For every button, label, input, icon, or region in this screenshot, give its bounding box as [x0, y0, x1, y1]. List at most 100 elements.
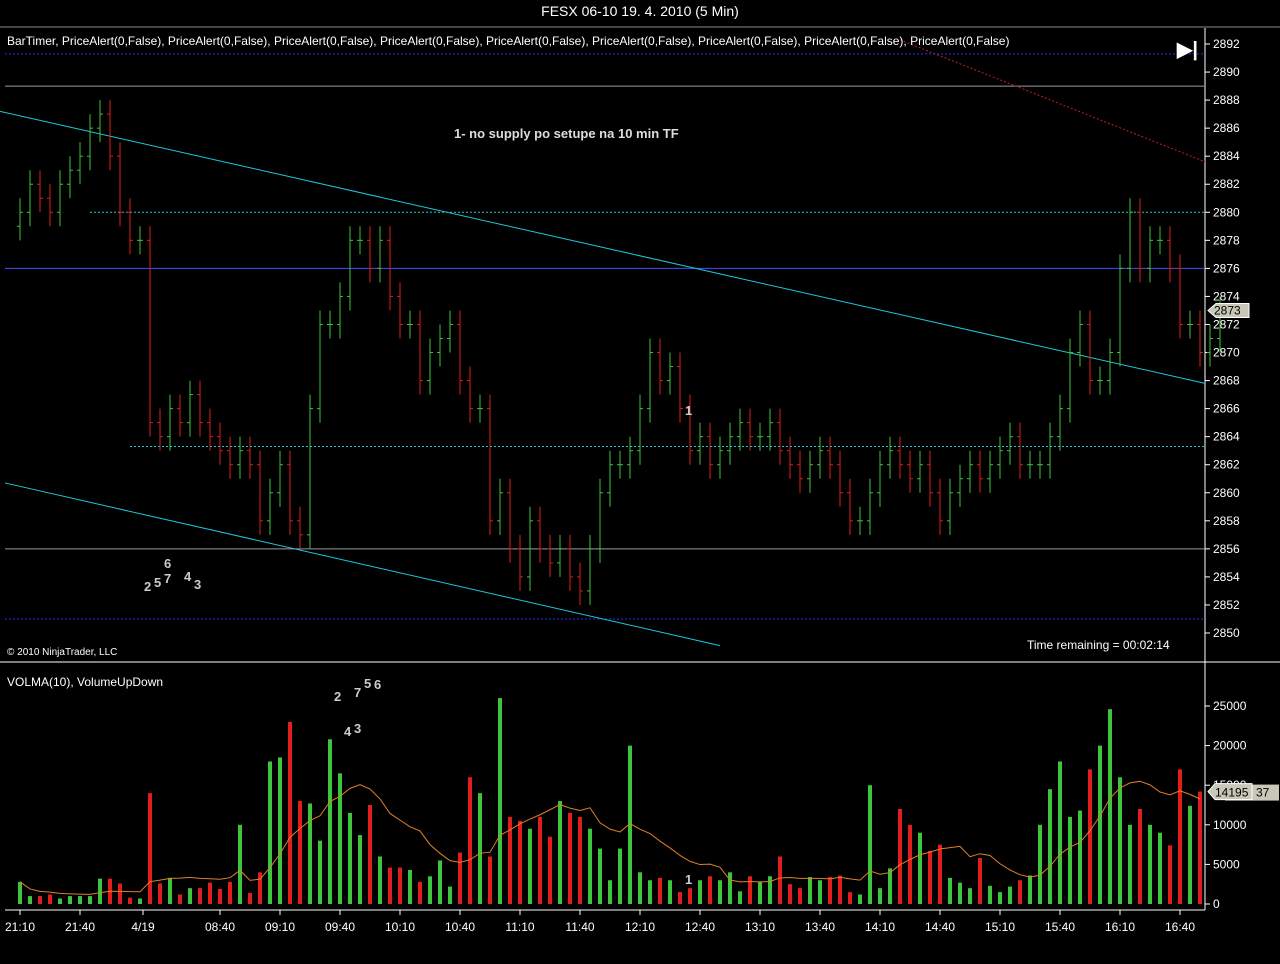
- volume-bar: [228, 881, 232, 904]
- price-tick-label: 2858: [1213, 514, 1240, 528]
- time-tick-label: 13:10: [745, 920, 775, 934]
- volume-bar: [578, 816, 582, 904]
- marker: 5: [364, 676, 372, 691]
- volume-bar: [48, 894, 52, 904]
- volume-bar: [1108, 709, 1112, 904]
- volume-bar: [448, 886, 452, 904]
- volume-bar: [138, 898, 142, 904]
- volume-bar: [338, 773, 342, 904]
- time-tick-label: 09:40: [325, 920, 355, 934]
- volume-bar: [38, 896, 42, 904]
- volume-bar: [1188, 805, 1192, 904]
- volume-tick-label: 25000: [1213, 699, 1247, 713]
- marker: 2: [144, 579, 152, 594]
- volume-bar: [1138, 808, 1142, 904]
- time-remaining: Time remaining = 00:02:14: [1027, 638, 1170, 652]
- price-tick-label: 2856: [1213, 542, 1240, 556]
- volume-bar: [418, 881, 422, 904]
- volume-bar: [1018, 880, 1022, 904]
- volume-bar: [548, 836, 552, 904]
- volume-bar: [118, 883, 122, 904]
- volume-bar: [268, 761, 272, 904]
- price-tick-label: 2882: [1213, 177, 1240, 191]
- volume-bar: [1058, 761, 1062, 904]
- last-price-label: 2873: [1214, 303, 1241, 317]
- volume-bar: [368, 805, 372, 904]
- chart-note: 1- no supply po setupe na 10 min TF: [454, 126, 679, 141]
- price-tick-label: 2876: [1213, 261, 1240, 275]
- volume-bar: [778, 856, 782, 904]
- volume-bar: [68, 896, 72, 904]
- time-tick-label: 12:10: [625, 920, 655, 934]
- marker: 3: [354, 721, 362, 736]
- volume-bar: [938, 844, 942, 904]
- volume-bar: [788, 884, 792, 904]
- volume-tick-label: 10000: [1213, 818, 1247, 832]
- volume-bar: [168, 877, 172, 904]
- trend-line: [4, 482, 721, 647]
- volume-bar: [658, 877, 662, 904]
- volume-bar: [88, 896, 92, 904]
- volume-bar: [908, 824, 912, 904]
- volume-bar: [1078, 810, 1082, 904]
- time-tick-label: 12:40: [685, 920, 715, 934]
- volume-bar: [758, 881, 762, 904]
- last-volume-label: 14195: [1215, 786, 1249, 800]
- volume-bar: [198, 888, 202, 904]
- price-tick-label: 2880: [1213, 205, 1240, 219]
- volume-bar: [1098, 745, 1102, 904]
- volume-bar: [398, 867, 402, 904]
- marker: 3: [194, 577, 202, 592]
- time-tick-label: 10:40: [445, 920, 475, 934]
- volume-bar: [248, 892, 252, 904]
- price-tick-label: 2864: [1213, 430, 1240, 444]
- price-tick-label: 2878: [1213, 233, 1240, 247]
- volume-bar: [518, 820, 522, 904]
- volume-bar: [888, 868, 892, 904]
- price-tick-label: 2886: [1213, 121, 1240, 135]
- volume-bar: [358, 835, 362, 904]
- volume-bar: [1008, 886, 1012, 904]
- volume-bar: [958, 882, 962, 904]
- volume-bar: [878, 888, 882, 904]
- volume-bar: [278, 757, 282, 904]
- volume-bar: [858, 894, 862, 904]
- time-tick-label: 16:10: [1105, 920, 1135, 934]
- chart-canvas[interactable]: 2850 2852 2854 2856 2858 2860 2862 2864 2866 2868…: [0, 0, 1280, 964]
- volume-bar: [558, 801, 562, 904]
- price-tick-label: 2854: [1213, 570, 1240, 584]
- volume-bar: [818, 880, 822, 904]
- go-to-end-button[interactable]: ▶|: [1177, 37, 1198, 62]
- volume-bar: [928, 850, 932, 904]
- volume-bar: [498, 698, 502, 904]
- volume-bar: [1128, 824, 1132, 904]
- volma-line: [19, 780, 1201, 895]
- volume-bar: [488, 856, 492, 904]
- volume-bar: [1158, 832, 1162, 904]
- price-tick-label: 2852: [1213, 598, 1240, 612]
- volume-bar: [668, 880, 672, 904]
- volume-bar: [238, 824, 242, 904]
- volume-bar: [998, 892, 1002, 904]
- price-tick-label: 2862: [1213, 458, 1240, 472]
- volume-bar: [698, 880, 702, 904]
- volume-bar: [308, 803, 312, 904]
- price-tick-label: 2872: [1213, 317, 1240, 331]
- marker: 7: [164, 571, 172, 586]
- time-tick-label: 21:10: [5, 920, 35, 934]
- volume-bar: [148, 793, 152, 904]
- volume-bar: [408, 869, 412, 904]
- volume-tick-label: 5000: [1213, 857, 1240, 871]
- volume-bar: [318, 840, 322, 904]
- volume-bar: [988, 885, 992, 904]
- volume-bar: [298, 801, 302, 904]
- marker: 5: [154, 575, 162, 590]
- volume-bar: [608, 880, 612, 904]
- volume-bar: [948, 877, 952, 904]
- volume-bar: [1178, 769, 1182, 904]
- marker: 6: [374, 677, 382, 692]
- marker: 1: [685, 872, 693, 887]
- price-tick-label: 2866: [1213, 402, 1240, 416]
- volume-bar: [1168, 845, 1172, 904]
- volume-bar: [808, 877, 812, 904]
